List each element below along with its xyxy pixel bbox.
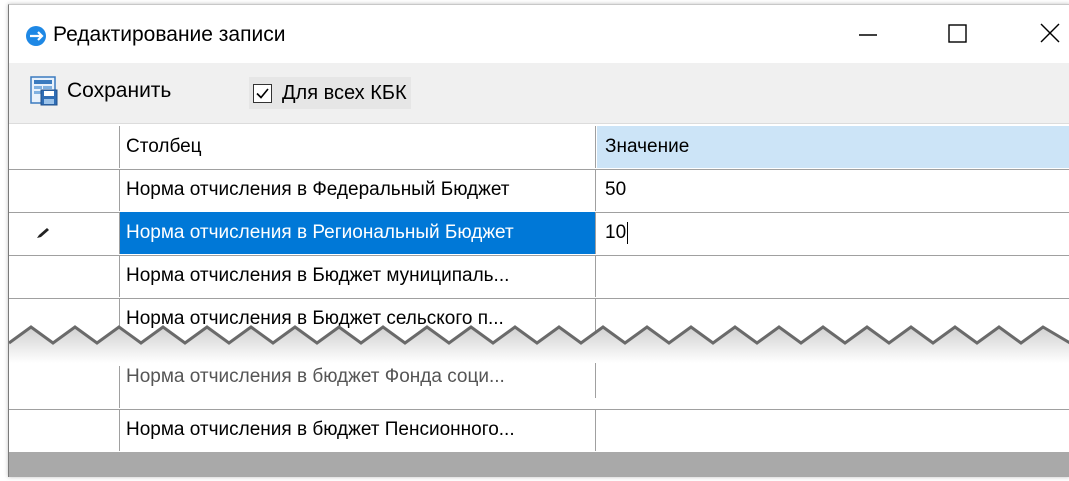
row-value-input[interactable]: 10 — [597, 212, 1069, 254]
save-icon — [30, 76, 58, 106]
table-row[interactable]: Норма отчисления в бюджет Фонда соци... — [9, 356, 1069, 410]
toolbar: Сохранить Для всех КБК — [9, 63, 1069, 124]
torn-edge-separator — [9, 325, 1069, 363]
checkbox-checked-icon[interactable] — [253, 83, 272, 103]
save-button[interactable]: Сохранить — [29, 73, 171, 109]
row-value-cell[interactable] — [597, 366, 1069, 408]
row-selector[interactable] — [9, 169, 120, 211]
table-row[interactable]: Норма отчисления в Бюджет муниципаль... — [9, 255, 1069, 299]
row-column-name[interactable]: Норма отчисления в бюджет Пенсионного... — [120, 409, 596, 451]
close-icon[interactable] — [1029, 13, 1069, 53]
row-selector[interactable] — [9, 366, 120, 408]
row-value-cell[interactable] — [597, 255, 1069, 297]
title-bar: Редактирование записи — [9, 5, 1069, 61]
row-selector-header — [9, 126, 120, 168]
window-title: Редактирование записи — [53, 23, 286, 46]
table-row[interactable]: Норма отчисления в Федеральный Бюджет 50 — [9, 169, 1069, 213]
edit-record-window: Редактирование записи Сохранить Для всех… — [8, 4, 1069, 477]
table-row[interactable]: Норма отчисления в бюджет Пенсионного... — [9, 409, 1069, 453]
all-kbk-checkbox[interactable]: Для всех КБК — [249, 77, 411, 109]
column-header-name[interactable]: Столбец — [120, 126, 596, 168]
row-column-name[interactable]: Норма отчисления в Региональный Бюджет — [120, 212, 596, 254]
row-selector[interactable] — [9, 212, 120, 254]
checkbox-label: Для всех КБК — [282, 81, 407, 104]
grid-header-row: Столбец Значение — [9, 126, 1069, 170]
table-row[interactable]: Норма отчисления в Региональный Бюджет 1… — [9, 212, 1069, 256]
grid-footer-bar — [9, 452, 1069, 477]
row-value-cell[interactable]: 50 — [597, 169, 1069, 211]
column-header-value[interactable]: Значение — [597, 126, 1069, 168]
row-selector[interactable] — [9, 255, 120, 297]
text-cursor — [627, 221, 629, 244]
pencil-edit-icon — [37, 228, 49, 238]
row-selector[interactable] — [9, 409, 120, 451]
app-logo-icon — [26, 26, 46, 46]
minimize-icon[interactable] — [847, 13, 887, 53]
maximize-icon[interactable] — [937, 13, 977, 53]
row-column-name[interactable]: Норма отчисления в Бюджет муниципаль... — [120, 255, 596, 297]
row-column-name[interactable]: Норма отчисления в Федеральный Бюджет — [120, 169, 596, 211]
row-value-cell[interactable] — [597, 409, 1069, 451]
save-label: Сохранить — [67, 79, 172, 102]
row-value-text[interactable]: 10 — [605, 222, 626, 243]
